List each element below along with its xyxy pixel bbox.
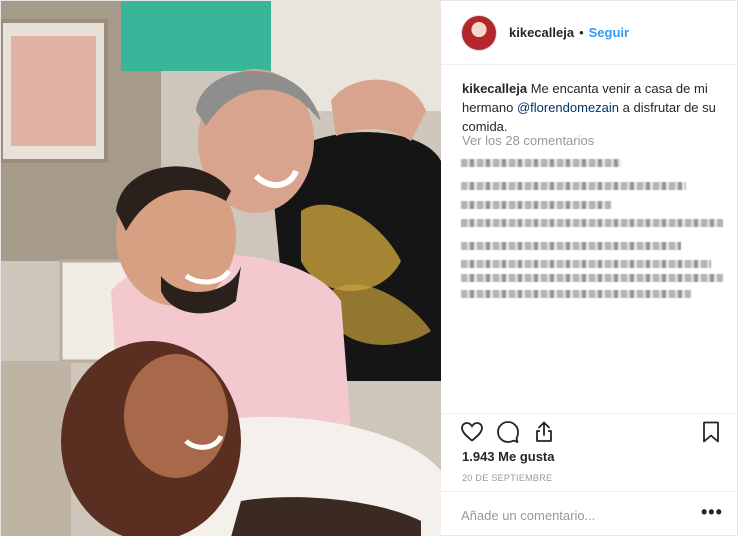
selfie-illustration <box>1 1 441 536</box>
caption-username[interactable]: kikecalleja <box>462 81 527 96</box>
blurred-comment-line <box>461 182 686 190</box>
comment-input[interactable] <box>461 505 691 525</box>
caption-mention[interactable]: @florendomezain <box>517 100 619 115</box>
blurred-comment-line <box>461 219 723 227</box>
bookmark-icon[interactable] <box>699 420 725 446</box>
follow-button[interactable]: Seguir <box>589 25 629 40</box>
post-details-panel: kikecalleja • Seguir kikecalleja Me enca… <box>441 1 738 536</box>
likes-count[interactable]: 1.943 Me gusta <box>462 449 555 464</box>
post-date: 20 DE SEPTIEMBRE <box>462 473 553 483</box>
share-icon[interactable] <box>532 420 558 446</box>
instagram-post: kikecalleja • Seguir kikecalleja Me enca… <box>0 0 738 536</box>
heart-icon[interactable] <box>460 420 486 446</box>
avatar[interactable] <box>461 14 497 51</box>
view-all-comments-link[interactable]: Ver los 28 comentarios <box>462 133 594 148</box>
blurred-comment-line <box>461 242 681 250</box>
comment-icon[interactable] <box>496 420 522 446</box>
blurred-comment-line <box>461 159 621 167</box>
blurred-comment-line <box>461 260 711 268</box>
more-options-button[interactable]: ••• <box>701 502 723 523</box>
blurred-comment-line <box>461 201 611 209</box>
blurred-comments <box>461 156 723 306</box>
blurred-comment-line <box>461 274 723 282</box>
comment-section: ••• <box>441 491 738 536</box>
post-header: kikecalleja • Seguir <box>441 1 738 65</box>
blurred-comment-line <box>461 290 691 298</box>
post-photo[interactable] <box>1 1 441 536</box>
post-caption: kikecalleja Me encanta venir a casa de m… <box>462 79 724 136</box>
action-bar <box>441 413 738 449</box>
header-username[interactable]: kikecalleja <box>509 25 574 40</box>
separator-dot: • <box>579 25 584 40</box>
